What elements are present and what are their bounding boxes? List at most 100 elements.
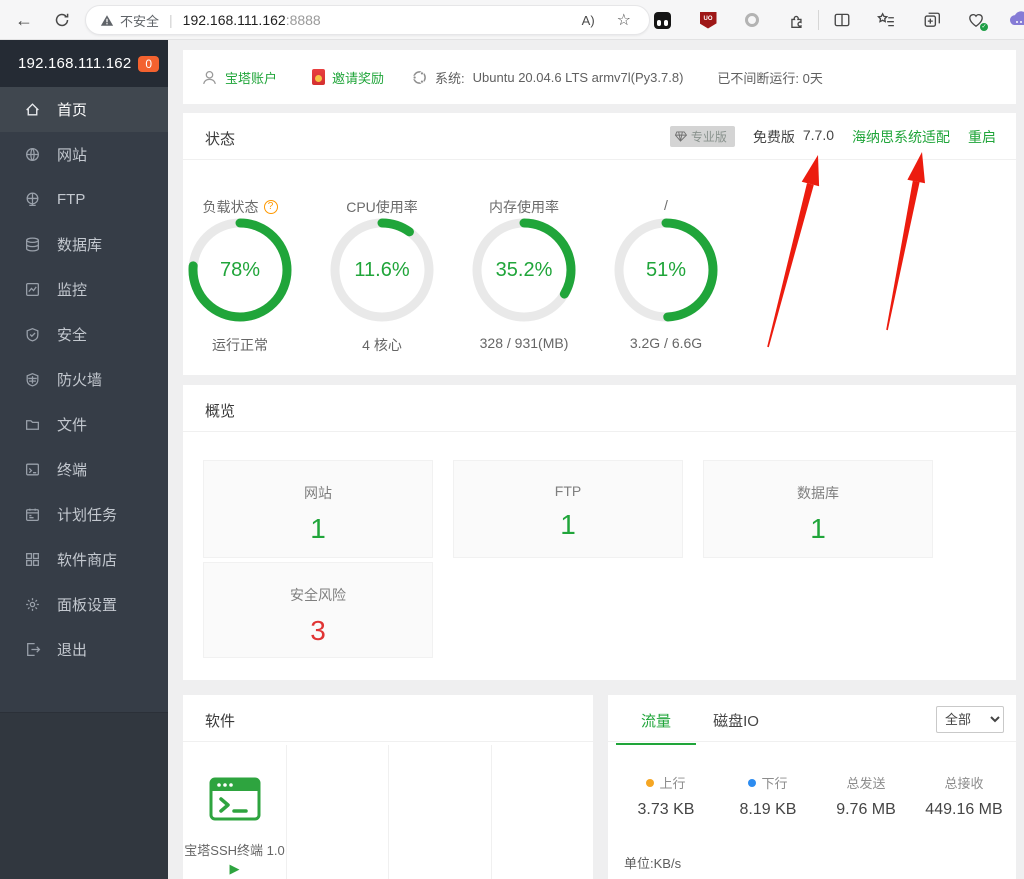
logout-icon — [24, 641, 41, 658]
sidebar-item-panel-settings[interactable]: 面板设置 — [0, 582, 168, 627]
ssh-terminal-icon — [209, 777, 261, 821]
split-screen-icon[interactable] — [830, 8, 854, 32]
disk-usage-text: 3.2G / 6.6G — [596, 335, 736, 351]
app-name: 宝塔SSH终端 1.0 — [183, 840, 286, 859]
terminal-icon — [24, 461, 41, 478]
server-ip-header[interactable]: 192.168.111.162 0 — [0, 40, 168, 87]
appstore-icon — [24, 551, 41, 568]
sidebar-item-firewall[interactable]: 防火墙 — [0, 357, 168, 402]
memory-percent: 35.2% — [471, 217, 577, 323]
ublock-extension-icon[interactable]: UO — [696, 8, 720, 32]
total-received-stat: 总接收 449.16 MB — [914, 773, 1014, 819]
not-secure-label[interactable]: 不安全 — [120, 11, 159, 30]
ubuntu-logo-icon — [412, 70, 427, 85]
os-version: Ubuntu 20.04.6 LTS armv7l(Py3.7.8) — [473, 70, 684, 85]
overview-ftp-box[interactable]: FTP 1 — [453, 460, 683, 558]
downlink-stat: 下行 8.19 KB — [718, 773, 818, 819]
database-count: 1 — [704, 513, 932, 545]
load-status-text: 运行正常 — [170, 335, 310, 355]
favorites-hub-icon[interactable] — [874, 8, 898, 32]
files-icon — [24, 416, 41, 433]
sidebar-item-ftp[interactable]: FTP — [0, 177, 168, 222]
sidebar-item-website[interactable]: 网站 — [0, 132, 168, 177]
total-sent-stat: 总发送 9.76 MB — [816, 773, 916, 819]
disk-percent: 51% — [613, 217, 719, 323]
tab-traffic[interactable]: 流量 — [616, 695, 696, 745]
overview-card: 概览 网站 1 FTP 1 数据库 1 安全风险 3 — [183, 385, 1016, 680]
favorite-star-icon[interactable]: ☆ — [617, 10, 631, 30]
sidebar-item-cron[interactable]: 计划任务 — [0, 492, 168, 537]
back-icon[interactable]: ← — [12, 8, 36, 32]
main-content: 宝塔账户 邀请奖励 系统: Ubuntu 20.04.6 LTS armv7l(… — [168, 40, 1024, 879]
load-percent: 78% — [187, 217, 293, 323]
pro-version-badge[interactable]: 专业版 — [670, 126, 735, 147]
sidebar-item-home[interactable]: 首页 — [0, 87, 168, 132]
status-card: 状态 专业版 免费版 7.7.0 海纳思系统适配 重启 负载状态? — [183, 113, 1016, 375]
memory-usage-text: 328 / 931(MB) — [454, 335, 594, 351]
user-icon — [201, 69, 218, 86]
restart-link[interactable]: 重启 — [968, 127, 996, 147]
url-port: :8888 — [286, 12, 321, 28]
help-icon[interactable]: ? — [264, 200, 278, 214]
sidebar-item-logout[interactable]: 退出 — [0, 627, 168, 672]
edition-label: 免费版 — [753, 127, 795, 147]
overview-website-box[interactable]: 网站 1 — [203, 460, 433, 558]
security-risk-count: 3 — [204, 615, 432, 647]
total-received-value: 449.16 MB — [914, 801, 1014, 819]
firewall-icon — [24, 371, 41, 388]
darkreader-extension-icon[interactable] — [650, 8, 674, 32]
settings-icon — [24, 596, 41, 613]
address-bar[interactable]: 不安全 | 192.168.111.162:8888 A) ☆ — [85, 5, 650, 35]
sidebar-item-database[interactable]: 数据库 — [0, 222, 168, 267]
browser-essentials-heart-icon[interactable]: ✓ — [964, 8, 988, 32]
sidebar-item-files[interactable]: 文件 — [0, 402, 168, 447]
tab-disk-io[interactable]: 磁盘IO — [696, 695, 776, 745]
invite-reward-link[interactable]: 邀请奖励 — [305, 68, 384, 87]
monitor-icon — [24, 281, 41, 298]
read-aloud-icon[interactable]: A) — [582, 13, 595, 28]
uplink-value: 3.73 KB — [616, 801, 716, 819]
sidebar-footer — [0, 712, 168, 879]
app-ssh-terminal[interactable]: 宝塔SSH终端 1.0 ▶ — [183, 745, 286, 879]
cron-icon — [24, 506, 41, 523]
account-info-bar: 宝塔账户 邀请奖励 系统: Ubuntu 20.04.6 LTS armv7l(… — [183, 50, 1016, 104]
refresh-icon[interactable] — [50, 8, 74, 32]
server-ip: 192.168.111.162 — [18, 55, 131, 72]
overview-security-risk-box[interactable]: 安全风险 3 — [203, 562, 433, 658]
message-count-badge[interactable]: 0 — [138, 56, 159, 72]
overview-title: 概览 — [205, 400, 235, 421]
sidebar-item-appstore[interactable]: 软件商店 — [0, 537, 168, 582]
sidebar-item-monitor[interactable]: 监控 — [0, 267, 168, 312]
traffic-card: 流量 磁盘IO 全部 上行 3.73 KB 下行 8.19 KB 总发送 9.7… — [608, 695, 1016, 879]
overview-database-box[interactable]: 数据库 1 — [703, 460, 933, 558]
security-icon — [24, 326, 41, 343]
not-secure-warning-icon — [100, 14, 114, 27]
extension-ring-icon[interactable] — [740, 8, 764, 32]
ftp-count: 1 — [454, 509, 682, 541]
software-title: 软件 — [205, 710, 235, 731]
app-running-icon[interactable]: ▶ — [183, 861, 286, 877]
cloud-extension-icon[interactable] — [1008, 9, 1024, 34]
hinas-adapt-link[interactable]: 海纳思系统适配 — [852, 127, 950, 147]
traffic-scope-select[interactable]: 全部 — [936, 706, 1004, 733]
uptime-label: 已不间断运行: 0天 — [717, 68, 822, 87]
downlink-dot-icon — [748, 779, 756, 787]
home-icon — [24, 101, 41, 118]
cpu-cores-text: 4 核心 — [312, 335, 452, 355]
uplink-dot-icon — [646, 779, 654, 787]
collections-icon[interactable] — [920, 8, 944, 32]
system-info: 系统: Ubuntu 20.04.6 LTS armv7l(Py3.7.8) — [412, 68, 683, 87]
extensions-puzzle-icon[interactable] — [785, 8, 809, 32]
panel-version: 7.7.0 — [803, 127, 834, 147]
site-icon — [24, 146, 41, 163]
ftp-icon — [24, 191, 41, 208]
toolbar-divider — [818, 10, 819, 30]
sidebar: 192.168.111.162 0 首页 网站 FTP 数据库 监控 安全 — [0, 40, 168, 879]
red-packet-icon — [312, 69, 325, 85]
uplink-stat: 上行 3.73 KB — [616, 773, 716, 819]
url-text[interactable]: 192.168.111.162 — [183, 12, 286, 28]
sidebar-item-security[interactable]: 安全 — [0, 312, 168, 357]
unit-label: 单位:KB/s — [624, 853, 681, 872]
bt-account-link[interactable]: 宝塔账户 — [201, 68, 277, 87]
sidebar-item-terminal[interactable]: 终端 — [0, 447, 168, 492]
